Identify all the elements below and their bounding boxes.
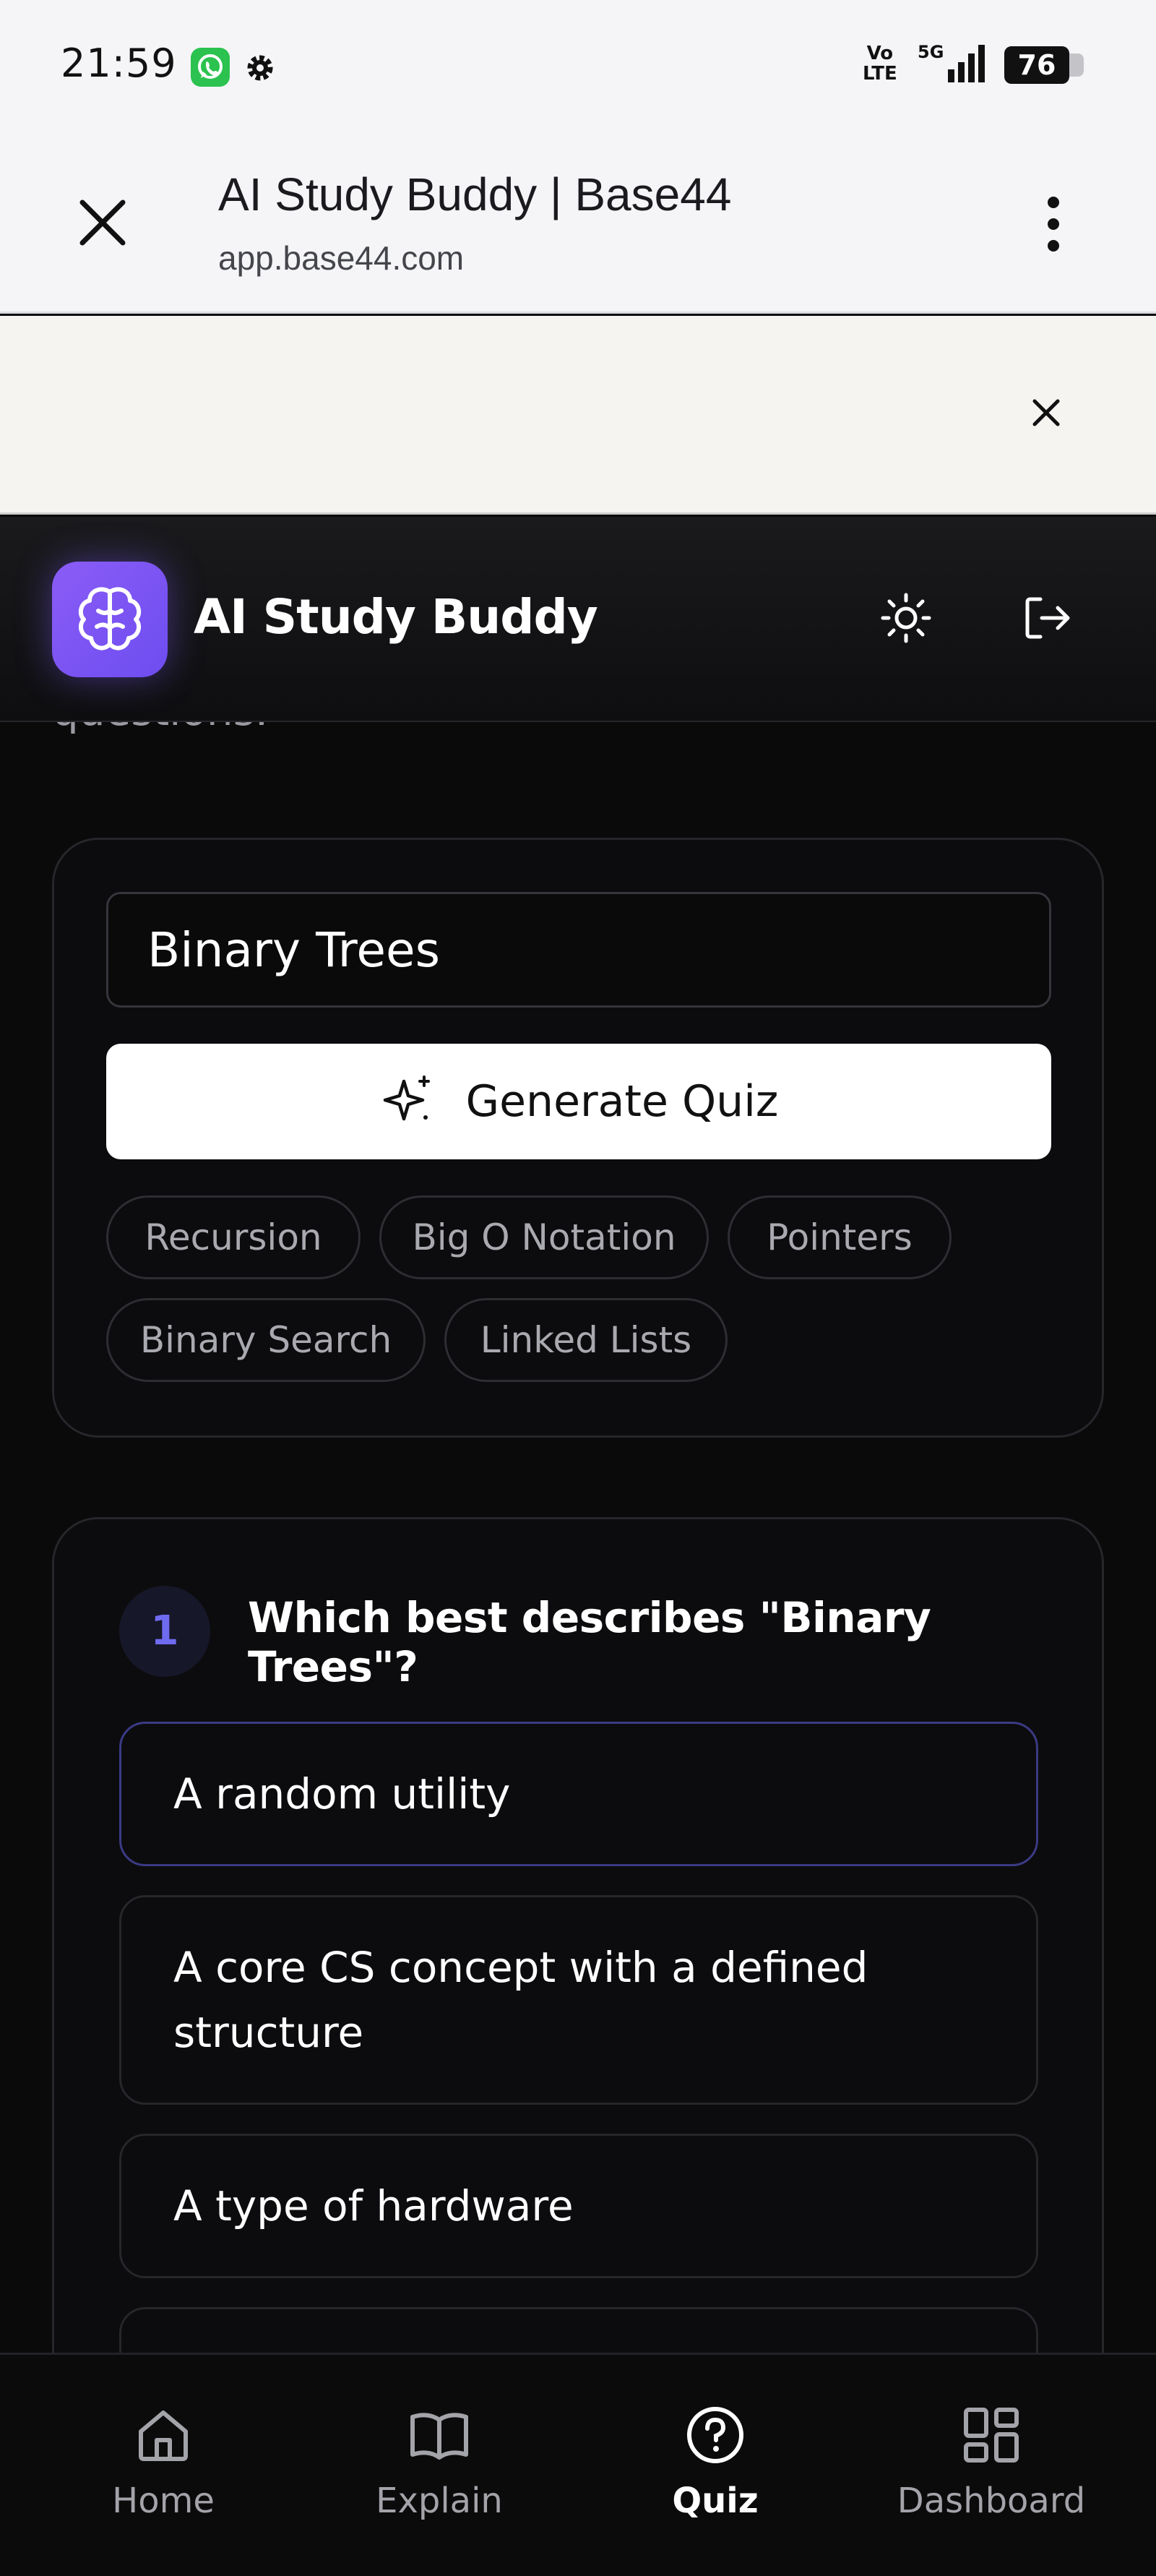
nav-explain-label: Explain xyxy=(376,2481,503,2521)
question-number: 1 xyxy=(119,1586,210,1677)
answer-option-4[interactable] xyxy=(119,2307,1038,2353)
bottom-nav: Home Explain Quiz Dashboard xyxy=(0,2353,1156,2576)
topic-chip-linked-lists[interactable]: Linked Lists xyxy=(444,1298,728,1382)
answer-option-label: A type of hardware xyxy=(173,2181,574,2231)
browser-bar: AI Study Buddy | Base44 app.base44.com xyxy=(0,130,1156,314)
app-title: AI Study Buddy xyxy=(194,589,598,645)
app-header: AI Study Buddy xyxy=(0,517,1156,722)
banner-close-button[interactable] xyxy=(1026,392,1066,433)
logout-icon[interactable] xyxy=(1019,589,1077,647)
status-bar: 21:59 Vo LTE 5G 76 xyxy=(0,0,1156,130)
answer-option-3[interactable]: A type of hardware xyxy=(119,2134,1038,2278)
topic-chip-pointers[interactable]: Pointers xyxy=(728,1195,952,1279)
more-menu-button[interactable] xyxy=(1033,192,1077,257)
main-content: questions. Generate Quiz Recursion Big O… xyxy=(0,722,1156,2353)
brain-icon xyxy=(52,562,168,677)
answer-option-label: A random utility xyxy=(173,1769,511,1819)
grid-icon xyxy=(964,2408,1019,2463)
nav-quiz-label: Quiz xyxy=(672,2481,759,2521)
browser-url[interactable]: app.base44.com xyxy=(218,239,464,278)
intro-text: questions. xyxy=(52,722,268,735)
volte-indicator: Vo LTE xyxy=(863,43,897,85)
signal-icon xyxy=(939,45,987,85)
home-icon xyxy=(139,2410,188,2461)
nav-explain[interactable]: Explain xyxy=(331,2403,548,2547)
quiz-question-card: 1 Which best describes "Binary Trees"? A… xyxy=(52,1517,1104,2353)
answer-option-2[interactable]: A core CS concept with a defined structu… xyxy=(119,1895,1038,2105)
answer-option-1[interactable]: A random utility xyxy=(119,1722,1038,1866)
generate-quiz-label: Generate Quiz xyxy=(465,1076,779,1127)
gear-icon xyxy=(241,49,279,87)
answer-option-label: A core CS concept with a defined structu… xyxy=(173,1943,868,2057)
topic-chip-binary-search[interactable]: Binary Search xyxy=(106,1298,426,1382)
nav-home[interactable]: Home xyxy=(55,2403,272,2547)
nav-dashboard-label: Dashboard xyxy=(897,2481,1086,2521)
battery-indicator: 76 xyxy=(1004,46,1084,84)
topic-card: Generate Quiz Recursion Big O Notation P… xyxy=(52,838,1104,1438)
help-circle-icon xyxy=(687,2407,743,2463)
ad-banner xyxy=(0,316,1156,515)
book-icon xyxy=(410,2413,468,2460)
status-time: 21:59 xyxy=(61,40,177,86)
topic-chip-recursion[interactable]: Recursion xyxy=(106,1195,361,1279)
whatsapp-icon xyxy=(191,48,230,87)
sparkles-icon xyxy=(383,1076,430,1121)
generate-quiz-button[interactable]: Generate Quiz xyxy=(106,1044,1051,1159)
nav-home-label: Home xyxy=(112,2481,215,2521)
browser-page-title: AI Study Buddy | Base44 xyxy=(218,168,732,220)
nav-quiz[interactable]: Quiz xyxy=(607,2403,824,2547)
nav-dashboard[interactable]: Dashboard xyxy=(883,2403,1100,2547)
close-tab-button[interactable] xyxy=(75,195,130,250)
sun-icon[interactable] xyxy=(877,589,935,647)
battery-level: 76 xyxy=(1004,46,1069,84)
question-text: Which best describes "Binary Trees"? xyxy=(248,1593,931,1691)
topic-chip-big-o-notation[interactable]: Big O Notation xyxy=(379,1195,709,1279)
topic-input[interactable] xyxy=(106,892,1051,1008)
